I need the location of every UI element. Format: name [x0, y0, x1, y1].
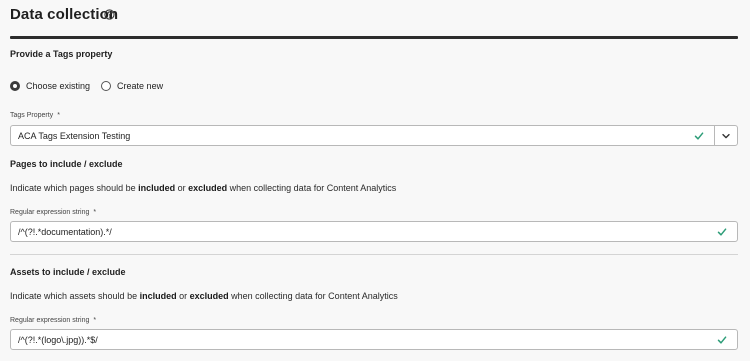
- assets-desc-excluded: excluded: [189, 291, 229, 301]
- tags-property-label-text: Tags Property: [10, 112, 54, 119]
- pages-desc-suffix: when collecting data for Content Analyti…: [227, 183, 397, 193]
- assets-regex-value: /^(?!.*(logo\.jpg)).*$/: [18, 334, 98, 345]
- tags-property-value: ACA Tags Extension Testing: [18, 130, 131, 141]
- radio-choose-existing[interactable]: Choose existing: [10, 81, 90, 91]
- required-asterisk: *: [93, 317, 97, 324]
- pages-regex-label: Regular expression string *: [10, 209, 96, 216]
- pages-regex-value: /^(?!.*documentation).*/: [18, 226, 112, 237]
- checkmark-icon: [717, 335, 727, 344]
- pages-regex-input[interactable]: /^(?!.*documentation).*/: [10, 221, 738, 242]
- pages-section-title: Pages to include / exclude: [10, 159, 123, 169]
- pages-desc-prefix: Indicate which pages should be: [10, 183, 139, 193]
- tags-property-label: Tags Property *: [10, 112, 60, 119]
- assets-desc-suffix: when collecting data for Content Analyti…: [228, 291, 398, 301]
- tags-section-title: Provide a Tags property: [10, 49, 113, 59]
- checkmark-icon: [694, 131, 704, 140]
- pages-regex-label-text: Regular expression string: [10, 209, 90, 216]
- pages-desc-excluded: excluded: [188, 183, 228, 193]
- chevron-down-icon: [722, 133, 730, 138]
- page-title: Data collection: [10, 6, 119, 23]
- assets-section-title: Assets to include / exclude: [10, 267, 126, 277]
- section-divider: [10, 254, 738, 255]
- radio-create-new-label: Create new: [117, 81, 164, 91]
- tags-property-combobox[interactable]: ACA Tags Extension Testing: [10, 125, 738, 146]
- assets-regex-label-text: Regular expression string: [10, 317, 90, 324]
- radio-selected-indicator: [10, 81, 20, 91]
- tags-property-dropdown-button[interactable]: [714, 126, 737, 145]
- assets-desc-included: included: [139, 291, 177, 301]
- tags-property-radio-group: Choose existing Create new: [10, 81, 174, 91]
- assets-regex-input[interactable]: /^(?!.*(logo\.jpg)).*$/: [10, 329, 738, 350]
- assets-desc-or: or: [176, 291, 190, 301]
- assets-section-description: Indicate which assets should be included…: [10, 291, 398, 301]
- checkmark-icon: [717, 227, 727, 236]
- radio-unselected-indicator: [101, 81, 112, 91]
- pages-desc-included: included: [138, 183, 176, 193]
- assets-regex-label: Regular expression string *: [10, 317, 96, 324]
- pages-section-description: Indicate which pages should be included …: [10, 183, 396, 193]
- pages-desc-or: or: [175, 183, 189, 193]
- header-divider: [10, 36, 738, 39]
- required-asterisk: *: [57, 112, 60, 119]
- assets-desc-prefix: Indicate which assets should be: [10, 291, 140, 301]
- required-asterisk: *: [93, 209, 97, 216]
- help-icon[interactable]: [104, 9, 115, 20]
- radio-create-new[interactable]: Create new: [101, 81, 163, 91]
- radio-choose-existing-label: Choose existing: [26, 81, 91, 91]
